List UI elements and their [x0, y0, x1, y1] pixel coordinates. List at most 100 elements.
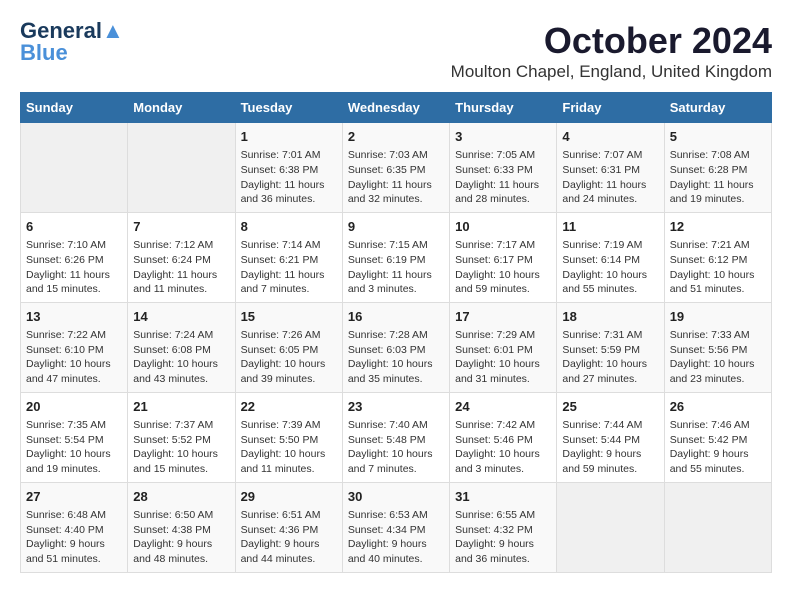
- day-number: 1: [241, 128, 337, 146]
- calendar-cell: 4 Sunrise: 7:07 AM Sunset: 6:31 PM Daylig…: [557, 123, 664, 213]
- calendar-cell: 3Sunrise: 7:05 AM Sunset: 6:33 PM Daylig…: [450, 123, 557, 213]
- header-wednesday: Wednesday: [342, 93, 449, 123]
- calendar-cell: 28 Sunrise: 6:50 AM Sunset: 4:38 PM Dayli…: [128, 482, 235, 572]
- calendar-cell: 13 Sunrise: 7:22 AM Sunset: 6:10 PM Dayli…: [21, 302, 128, 392]
- day-number: 7: [133, 218, 229, 236]
- cell-content: Sunrise: 7:39 AM Sunset: 5:50 PM Dayligh…: [241, 418, 337, 477]
- calendar-cell: 21 Sunrise: 7:37 AM Sunset: 5:52 PM Dayli…: [128, 392, 235, 482]
- header-monday: Monday: [128, 93, 235, 123]
- day-number: 31: [455, 488, 551, 506]
- cell-content: Sunrise: 7:44 AM Sunset: 5:44 PM Dayligh…: [562, 418, 658, 477]
- cell-content: Sunrise: 7:22 AM Sunset: 6:10 PM Dayligh…: [26, 328, 122, 387]
- cell-content: Sunrise: 7:17 AM Sunset: 6:17 PM Dayligh…: [455, 238, 551, 297]
- day-number: 19: [670, 308, 766, 326]
- day-number: 2: [348, 128, 444, 146]
- cell-content: Sunrise: 7:26 AM Sunset: 6:05 PM Dayligh…: [241, 328, 337, 387]
- logo-blue: Blue: [20, 42, 68, 64]
- calendar-cell: [557, 482, 664, 572]
- day-number: 25: [562, 398, 658, 416]
- cell-content: Sunrise: 7:05 AM Sunset: 6:33 PM Dayligh…: [455, 148, 551, 207]
- cell-content: Sunrise: 7:01 AM Sunset: 6:38 PM Dayligh…: [241, 148, 337, 207]
- calendar-cell: [664, 482, 771, 572]
- day-number: 5: [670, 128, 766, 146]
- cell-content: Sunrise: 7:42 AM Sunset: 5:46 PM Dayligh…: [455, 418, 551, 477]
- calendar-table: SundayMondayTuesdayWednesdayThursdayFrid…: [20, 92, 772, 573]
- cell-content: Sunrise: 7:35 AM Sunset: 5:54 PM Dayligh…: [26, 418, 122, 477]
- cell-content: Sunrise: 7:31 AM Sunset: 5:59 PM Dayligh…: [562, 328, 658, 387]
- header-sunday: Sunday: [21, 93, 128, 123]
- day-number: 28: [133, 488, 229, 506]
- cell-content: Sunrise: 7:21 AM Sunset: 6:12 PM Dayligh…: [670, 238, 766, 297]
- cell-content: Sunrise: 6:50 AM Sunset: 4:38 PM Dayligh…: [133, 508, 229, 567]
- location: Moulton Chapel, England, United Kingdom: [451, 62, 772, 82]
- day-number: 29: [241, 488, 337, 506]
- calendar-cell: 1 Sunrise: 7:01 AM Sunset: 6:38 PM Daylig…: [235, 123, 342, 213]
- cell-content: Sunrise: 7:46 AM Sunset: 5:42 PM Dayligh…: [670, 418, 766, 477]
- cell-content: Sunrise: 7:29 AM Sunset: 6:01 PM Dayligh…: [455, 328, 551, 387]
- calendar-cell: 6Sunrise: 7:10 AM Sunset: 6:26 PM Daylig…: [21, 212, 128, 302]
- calendar-cell: 31Sunrise: 6:55 AM Sunset: 4:32 PM Dayli…: [450, 482, 557, 572]
- calendar-cell: 9Sunrise: 7:15 AM Sunset: 6:19 PM Daylig…: [342, 212, 449, 302]
- day-number: 10: [455, 218, 551, 236]
- cell-content: Sunrise: 6:51 AM Sunset: 4:36 PM Dayligh…: [241, 508, 337, 567]
- calendar-cell: 19Sunrise: 7:33 AM Sunset: 5:56 PM Dayli…: [664, 302, 771, 392]
- week-row-1: 1 Sunrise: 7:01 AM Sunset: 6:38 PM Daylig…: [21, 123, 772, 213]
- calendar-cell: [21, 123, 128, 213]
- cell-content: Sunrise: 7:19 AM Sunset: 6:14 PM Dayligh…: [562, 238, 658, 297]
- day-number: 27: [26, 488, 122, 506]
- day-number: 22: [241, 398, 337, 416]
- calendar-cell: 15 Sunrise: 7:26 AM Sunset: 6:05 PM Dayli…: [235, 302, 342, 392]
- week-row-3: 13 Sunrise: 7:22 AM Sunset: 6:10 PM Dayli…: [21, 302, 772, 392]
- month-title: October 2024: [451, 20, 772, 62]
- calendar-cell: 8 Sunrise: 7:14 AM Sunset: 6:21 PM Daylig…: [235, 212, 342, 302]
- calendar-cell: 11 Sunrise: 7:19 AM Sunset: 6:14 PM Dayli…: [557, 212, 664, 302]
- day-number: 21: [133, 398, 229, 416]
- cell-content: Sunrise: 6:53 AM Sunset: 4:34 PM Dayligh…: [348, 508, 444, 567]
- day-number: 26: [670, 398, 766, 416]
- week-row-4: 20Sunrise: 7:35 AM Sunset: 5:54 PM Dayli…: [21, 392, 772, 482]
- title-section: October 2024 Moulton Chapel, England, Un…: [451, 20, 772, 82]
- page-header: General▲ Blue October 2024 Moulton Chape…: [20, 20, 772, 82]
- calendar-cell: 22 Sunrise: 7:39 AM Sunset: 5:50 PM Dayli…: [235, 392, 342, 482]
- days-header-row: SundayMondayTuesdayWednesdayThursdayFrid…: [21, 93, 772, 123]
- header-saturday: Saturday: [664, 93, 771, 123]
- calendar-cell: 14 Sunrise: 7:24 AM Sunset: 6:08 PM Dayli…: [128, 302, 235, 392]
- cell-content: Sunrise: 7:08 AM Sunset: 6:28 PM Dayligh…: [670, 148, 766, 207]
- day-number: 18: [562, 308, 658, 326]
- calendar-cell: 17 Sunrise: 7:29 AM Sunset: 6:01 PM Dayli…: [450, 302, 557, 392]
- cell-content: Sunrise: 7:07 AM Sunset: 6:31 PM Dayligh…: [562, 148, 658, 207]
- calendar-cell: 10 Sunrise: 7:17 AM Sunset: 6:17 PM Dayli…: [450, 212, 557, 302]
- cell-content: Sunrise: 7:15 AM Sunset: 6:19 PM Dayligh…: [348, 238, 444, 297]
- cell-content: Sunrise: 7:37 AM Sunset: 5:52 PM Dayligh…: [133, 418, 229, 477]
- calendar-cell: 29 Sunrise: 6:51 AM Sunset: 4:36 PM Dayli…: [235, 482, 342, 572]
- cell-content: Sunrise: 7:10 AM Sunset: 6:26 PM Dayligh…: [26, 238, 122, 297]
- cell-content: Sunrise: 7:40 AM Sunset: 5:48 PM Dayligh…: [348, 418, 444, 477]
- day-number: 13: [26, 308, 122, 326]
- calendar-cell: 5 Sunrise: 7:08 AM Sunset: 6:28 PM Daylig…: [664, 123, 771, 213]
- calendar-cell: 26 Sunrise: 7:46 AM Sunset: 5:42 PM Dayli…: [664, 392, 771, 482]
- cell-content: Sunrise: 7:24 AM Sunset: 6:08 PM Dayligh…: [133, 328, 229, 387]
- day-number: 14: [133, 308, 229, 326]
- calendar-cell: 16 Sunrise: 7:28 AM Sunset: 6:03 PM Dayli…: [342, 302, 449, 392]
- day-number: 15: [241, 308, 337, 326]
- calendar-cell: 12 Sunrise: 7:21 AM Sunset: 6:12 PM Dayli…: [664, 212, 771, 302]
- cell-content: Sunrise: 7:12 AM Sunset: 6:24 PM Dayligh…: [133, 238, 229, 297]
- day-number: 8: [241, 218, 337, 236]
- cell-content: Sunrise: 6:48 AM Sunset: 4:40 PM Dayligh…: [26, 508, 122, 567]
- calendar-cell: 27 Sunrise: 6:48 AM Sunset: 4:40 PM Dayli…: [21, 482, 128, 572]
- cell-content: Sunrise: 7:14 AM Sunset: 6:21 PM Dayligh…: [241, 238, 337, 297]
- calendar-cell: 18 Sunrise: 7:31 AM Sunset: 5:59 PM Dayli…: [557, 302, 664, 392]
- header-tuesday: Tuesday: [235, 93, 342, 123]
- cell-content: Sunrise: 7:28 AM Sunset: 6:03 PM Dayligh…: [348, 328, 444, 387]
- cell-content: Sunrise: 7:03 AM Sunset: 6:35 PM Dayligh…: [348, 148, 444, 207]
- calendar-cell: 20Sunrise: 7:35 AM Sunset: 5:54 PM Dayli…: [21, 392, 128, 482]
- day-number: 4: [562, 128, 658, 146]
- day-number: 16: [348, 308, 444, 326]
- day-number: 24: [455, 398, 551, 416]
- week-row-5: 27 Sunrise: 6:48 AM Sunset: 4:40 PM Dayli…: [21, 482, 772, 572]
- calendar-cell: 7 Sunrise: 7:12 AM Sunset: 6:24 PM Daylig…: [128, 212, 235, 302]
- day-number: 12: [670, 218, 766, 236]
- day-number: 11: [562, 218, 658, 236]
- calendar-cell: 25 Sunrise: 7:44 AM Sunset: 5:44 PM Dayli…: [557, 392, 664, 482]
- day-number: 17: [455, 308, 551, 326]
